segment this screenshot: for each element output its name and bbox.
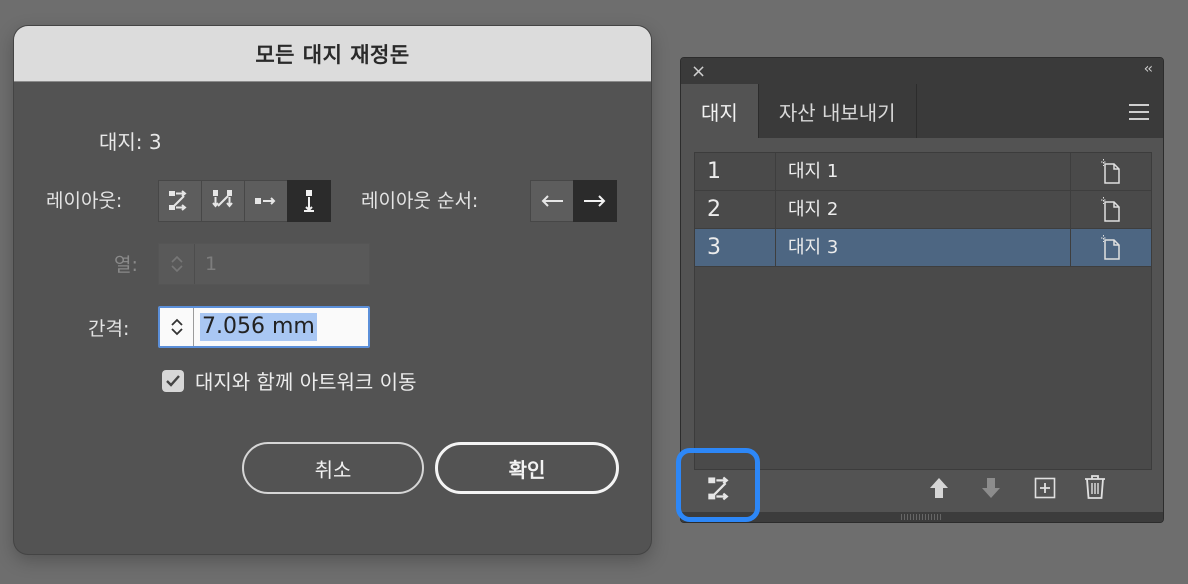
panel-tabs: 대지 자산 내보내기 <box>681 84 1163 138</box>
layout-order-segmented-control <box>530 180 617 222</box>
order-left-to-right-button[interactable] <box>573 180 617 222</box>
artboards-count: 대지: 3 <box>99 130 162 154</box>
list-item[interactable]: 1 대지 1 <box>695 153 1151 191</box>
artboard-number: 2 <box>695 191 776 228</box>
grid-by-column-icon <box>212 190 233 208</box>
layout-order-label: 레이아웃 순서: <box>361 190 479 212</box>
arrange-by-column-icon <box>304 190 314 212</box>
rearrange-button-highlight <box>676 448 760 522</box>
columns-value: 1 <box>205 253 218 275</box>
new-artboard-button[interactable] <box>1033 476 1057 504</box>
delete-artboard-button[interactable] <box>1083 474 1107 504</box>
chevron-down-icon[interactable] <box>170 327 184 337</box>
list-item[interactable]: 3 대지 3 <box>695 229 1151 267</box>
layout-segmented-control <box>158 180 331 222</box>
collapse-icon[interactable]: ‹‹ <box>1144 61 1153 77</box>
plus-square-icon <box>1034 477 1056 499</box>
columns-label: 열: <box>114 254 138 276</box>
chevron-up-icon[interactable] <box>170 317 184 327</box>
spacing-input[interactable]: 7.056 mm <box>200 313 317 341</box>
order-right-to-left-button[interactable] <box>530 180 574 222</box>
dialog-title: 모든 대지 재정돈 <box>255 42 410 67</box>
spacing-field[interactable]: 7.056 mm <box>158 306 370 348</box>
move-artwork-checkbox[interactable] <box>162 369 184 392</box>
arrange-by-row-icon <box>255 197 276 205</box>
move-artwork-option[interactable]: 대지와 함께 아트워크 이동 <box>162 366 416 395</box>
artboard-options-icon[interactable] <box>1071 191 1151 228</box>
close-icon[interactable]: × <box>691 61 706 82</box>
trash-icon <box>1085 475 1105 499</box>
arrow-right-icon <box>584 195 606 207</box>
layout-grid-by-column-button[interactable] <box>201 180 245 222</box>
layout-arrange-by-row-button[interactable] <box>244 180 288 222</box>
layout-label: 레이아웃: <box>46 190 123 212</box>
panel-header: × ‹‹ <box>681 58 1163 84</box>
columns-field: 1 <box>158 243 370 285</box>
tab-artboards[interactable]: 대지 <box>681 84 759 138</box>
checkmark-icon <box>166 374 180 387</box>
chevron-up-icon <box>170 255 183 263</box>
arrow-down-icon <box>982 478 1000 498</box>
arrow-left-icon <box>541 195 563 207</box>
move-up-button[interactable] <box>927 476 951 504</box>
artboard-name[interactable]: 대지 1 <box>776 153 1071 190</box>
move-down-button[interactable] <box>979 476 1003 504</box>
ok-button[interactable]: 확인 <box>435 442 619 494</box>
arrow-up-icon <box>930 478 948 498</box>
artboard-options-icon[interactable] <box>1071 153 1151 190</box>
list-item[interactable]: 2 대지 2 <box>695 191 1151 229</box>
cancel-button[interactable]: 취소 <box>242 442 424 494</box>
artboard-name[interactable]: 대지 3 <box>776 229 1071 266</box>
artboard-options-icon[interactable] <box>1071 229 1151 266</box>
chevron-down-icon <box>170 265 183 273</box>
move-artwork-label: 대지와 함께 아트워크 이동 <box>195 370 417 394</box>
spacing-stepper[interactable] <box>160 308 194 346</box>
tab-asset-export[interactable]: 자산 내보내기 <box>759 84 917 138</box>
columns-stepper <box>159 244 195 284</box>
rearrange-artboards-dialog: 모든 대지 재정돈 대지: 3 레이아웃: 레이아웃 순서: 열: 1 간격: … <box>14 26 651 554</box>
layout-arrange-by-column-button[interactable] <box>287 180 331 222</box>
spacing-label: 간격: <box>88 318 130 340</box>
artboards-list: 1 대지 1 2 대지 2 3 대지 3 <box>694 152 1152 470</box>
artboard-name[interactable]: 대지 2 <box>776 191 1071 228</box>
grid-by-row-icon <box>169 190 187 211</box>
panel-menu-icon[interactable] <box>1129 104 1149 125</box>
artboard-number: 1 <box>695 153 776 190</box>
layout-grid-by-row-button[interactable] <box>158 180 202 222</box>
dialog-titlebar: 모든 대지 재정돈 <box>14 26 651 82</box>
artboard-number: 3 <box>695 229 776 266</box>
